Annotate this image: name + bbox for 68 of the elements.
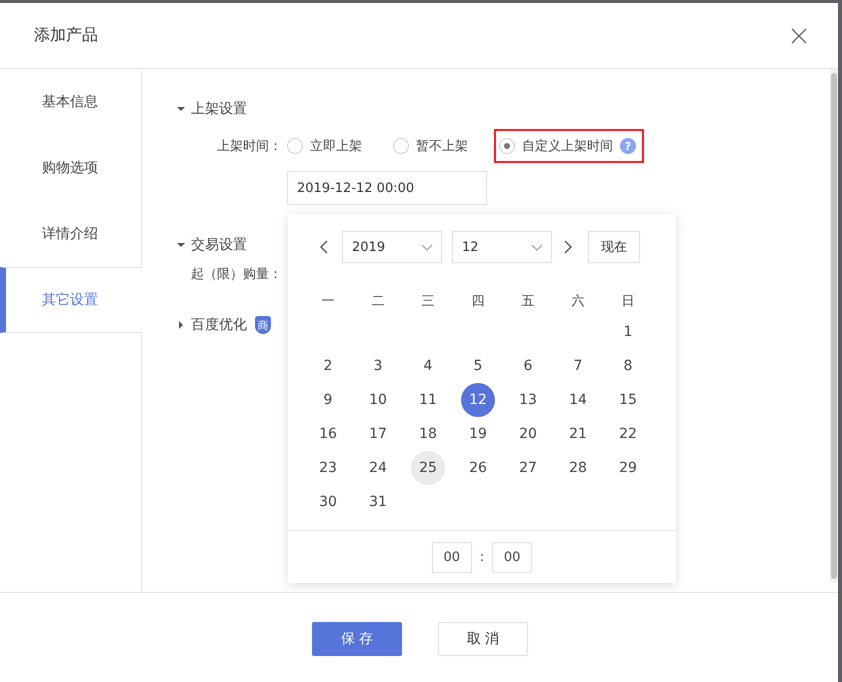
calendar-day[interactable]: 7 (561, 349, 595, 383)
chevron-down-icon (531, 244, 543, 250)
calendar-day[interactable]: 2 (311, 349, 345, 383)
calendar-day[interactable]: 28 (561, 451, 595, 485)
calendar-day[interactable]: 13 (511, 383, 545, 417)
calendar-day[interactable]: 1 (611, 315, 645, 349)
calendar-day[interactable]: 29 (611, 451, 645, 485)
save-button[interactable]: 保 存 (312, 622, 402, 656)
radio-label[interactable]: 自定义上架时间 (522, 137, 613, 155)
calendar-day[interactable]: 26 (461, 451, 495, 485)
calendar-day[interactable]: 22 (611, 417, 645, 451)
calendar-day[interactable]: 31 (361, 485, 395, 519)
minute-input[interactable]: 00 (492, 542, 532, 572)
section-title: 百度优化 (191, 316, 247, 334)
calendar-day[interactable]: 8 (611, 349, 645, 383)
weekday-label: 日 (620, 293, 636, 311)
now-button[interactable]: 现在 (588, 231, 640, 263)
caret-down-icon[interactable] (177, 241, 185, 249)
weekday-label: 五 (520, 293, 536, 311)
calendar-day[interactable]: 11 (411, 383, 445, 417)
date-input[interactable]: 2019-12-12 00:00 (287, 171, 487, 205)
calendar-day[interactable]: 3 (361, 349, 395, 383)
calendar-day[interactable]: 17 (361, 417, 395, 451)
shield-badge: 商 (255, 316, 271, 334)
time-separator: : (480, 550, 484, 564)
section-title: 上架设置 (191, 100, 247, 118)
weekday-label: 一 (320, 293, 336, 311)
calendar-day[interactable]: 9 (311, 383, 345, 417)
month-select[interactable]: 12 (452, 231, 552, 263)
sidebar-tab[interactable]: 其它设置 (0, 267, 142, 333)
weekday-label: 四 (470, 293, 486, 311)
weekday-label: 三 (420, 293, 436, 311)
scrollbar[interactable] (830, 69, 838, 583)
field-label: 起（限）购量： (191, 266, 282, 283)
weekday-label: 六 (570, 293, 586, 311)
section-title: 交易设置 (191, 236, 247, 254)
cancel-button[interactable]: 取 消 (438, 622, 528, 656)
year-select[interactable]: 2019 (342, 231, 442, 263)
calendar-day[interactable]: 25 (411, 451, 445, 485)
weekday-label: 二 (370, 293, 386, 311)
calendar-day[interactable]: 16 (311, 417, 345, 451)
calendar-day[interactable]: 23 (311, 451, 345, 485)
radio-button[interactable] (393, 138, 409, 154)
radio-label[interactable]: 暂不上架 (416, 137, 468, 155)
calendar-day[interactable]: 10 (361, 383, 395, 417)
caret-right-icon[interactable] (177, 321, 185, 329)
radio-button[interactable] (499, 138, 515, 154)
close-button[interactable] (790, 26, 808, 44)
calendar-day[interactable]: 6 (511, 349, 545, 383)
chevron-down-icon (421, 244, 433, 250)
calendar-day[interactable]: 30 (311, 485, 345, 519)
calendar-day[interactable]: 14 (561, 383, 595, 417)
caret-down-icon[interactable] (177, 105, 185, 113)
hour-input[interactable]: 00 (432, 542, 472, 572)
calendar-day[interactable]: 18 (411, 417, 445, 451)
calendar-day[interactable]: 15 (611, 383, 645, 417)
calendar-day[interactable]: 5 (461, 349, 495, 383)
dialog-title: 添加产品 (34, 25, 98, 46)
calendar-day[interactable]: 4 (411, 349, 445, 383)
calendar-day[interactable]: 12 (461, 383, 495, 417)
radio-label[interactable]: 立即上架 (310, 137, 362, 155)
calendar-day[interactable]: 19 (461, 417, 495, 451)
field-label: 上架时间： (217, 138, 282, 155)
calendar-day[interactable]: 21 (561, 417, 595, 451)
calendar-day[interactable]: 24 (361, 451, 395, 485)
radio-button[interactable] (287, 138, 303, 154)
calendar-day[interactable]: 20 (511, 417, 545, 451)
calendar-day[interactable]: 27 (511, 451, 545, 485)
